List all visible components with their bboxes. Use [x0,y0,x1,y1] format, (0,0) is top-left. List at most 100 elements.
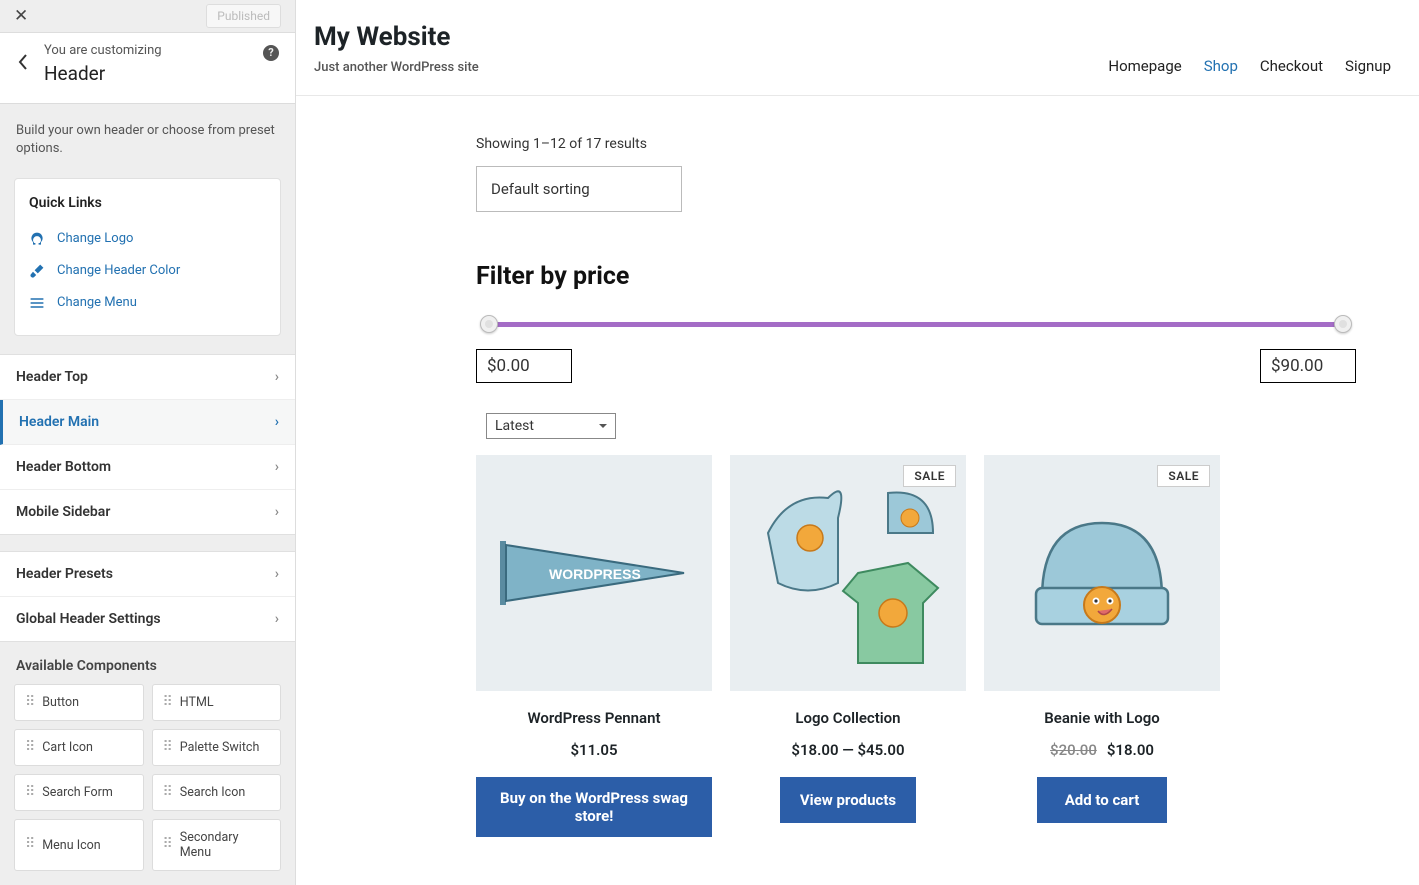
quick-link-label: Change Menu [57,295,137,310]
quick-link-change-menu[interactable]: Change Menu [29,287,266,319]
chevron-down-icon [599,424,607,432]
sort-select[interactable]: Default sorting [476,166,682,212]
component-label: Button [42,695,79,710]
grip-icon [25,839,34,850]
grip-icon [163,697,172,708]
chevron-right-icon: › [275,414,279,430]
component-label: Menu Icon [42,838,100,853]
quick-link-change-color[interactable]: Change Header Color [29,255,266,287]
product-price: $11.05 [476,741,712,759]
menu-item-signup[interactable]: Signup [1345,57,1391,75]
customizer-header: You are customizing Header ? [0,33,295,104]
pennant-illustration: WORDPRESS [494,533,694,613]
quick-links-card: Quick Links Change Logo Change Header Co… [14,178,281,336]
section-header-main[interactable]: Header Main › [0,400,295,445]
section-label: Header Top [16,369,88,385]
close-customizer-button[interactable]: ✕ [14,6,28,26]
quick-link-label: Change Logo [57,231,133,246]
header-sections: Header Top › Header Main › Header Bottom… [0,354,295,535]
section-mobile-sidebar[interactable]: Mobile Sidebar › [0,490,295,534]
product-price: $20.00$18.00 [984,741,1220,759]
section-global-header-settings[interactable]: Global Header Settings › [0,597,295,641]
component-cart-icon[interactable]: Cart Icon [14,729,144,766]
price-min-input[interactable]: $0.00 [476,349,572,383]
quick-links-title: Quick Links [29,195,266,211]
grip-icon [163,787,172,798]
chevron-right-icon: › [275,369,279,385]
breadcrumb: You are customizing [44,43,263,58]
price-slider[interactable] [484,319,1348,329]
quick-link-label: Change Header Color [57,263,180,278]
chevron-right-icon: › [275,459,279,475]
chevron-right-icon: › [275,504,279,520]
section-header-presets[interactable]: Header Presets › [0,552,295,597]
help-icon[interactable]: ? [263,45,279,61]
product-image[interactable]: SALE [984,455,1220,691]
section-label: Header Presets [16,566,113,582]
component-label: Secondary Menu [180,830,270,860]
slider-handle-min[interactable] [480,315,498,333]
component-secondary-menu[interactable]: Secondary Menu [152,819,282,871]
product-image[interactable]: WORDPRESS [476,455,712,691]
site-tagline: Just another WordPress site [314,60,479,75]
section-header-top[interactable]: Header Top › [0,355,295,400]
slider-handle-max[interactable] [1334,315,1352,333]
component-label: Search Icon [180,785,245,800]
product-card: SALE Logo Collecti [730,455,966,837]
available-components-title: Available Components [0,642,295,684]
chevron-right-icon: › [275,611,279,627]
grip-icon [25,742,34,753]
menu-item-shop[interactable]: Shop [1204,57,1238,75]
site-nav: Homepage Shop Checkout Signup [1108,57,1391,75]
add-to-cart-button[interactable]: Add to cart [1037,777,1167,823]
product-card: SALE Beanie with Logo $20.00$18.00 [984,455,1220,837]
menu-item-homepage[interactable]: Homepage [1108,57,1181,75]
component-button[interactable]: Button [14,684,144,721]
section-label: Global Header Settings [16,611,161,627]
product-name[interactable]: Beanie with Logo [984,709,1220,727]
preview-frame: My Website Just another WordPress site H… [296,0,1419,885]
component-palette-switch[interactable]: Palette Switch [152,729,282,766]
customizer-sidebar: ✕ Published You are customizing Header ?… [0,0,296,885]
price-max-input[interactable]: $90.00 [1260,349,1356,383]
section-header-bottom[interactable]: Header Bottom › [0,445,295,490]
filter-title: Filter by price [476,262,1356,291]
old-price: $20.00 [1050,741,1097,759]
component-search-form[interactable]: Search Form [14,774,144,811]
grip-icon [25,787,34,798]
product-price: $18.00 — $45.00 [730,741,966,759]
apparel-illustration [738,463,958,683]
component-label: Cart Icon [42,740,93,755]
component-search-icon[interactable]: Search Icon [152,774,282,811]
grip-icon [163,742,172,753]
back-button[interactable] [8,48,38,80]
component-html[interactable]: HTML [152,684,282,721]
product-buy-button[interactable]: Buy on the WordPress swag store! [476,777,712,837]
chevron-right-icon: › [275,566,279,582]
available-components-grid: Button HTML Cart Icon Palette Switch Sea… [0,684,295,885]
results-count: Showing 1–12 of 17 results [476,136,1356,152]
component-label: Search Form [42,785,113,800]
menu-item-checkout[interactable]: Checkout [1260,57,1323,75]
section-label: Mobile Sidebar [16,504,110,520]
component-menu-icon[interactable]: Menu Icon [14,819,144,871]
product-name[interactable]: WordPress Pennant [476,709,712,727]
beanie-illustration [1012,483,1192,663]
product-card: WORDPRESS WordPress Pennant $11.05 Buy o… [476,455,712,837]
product-view-button[interactable]: View products [780,777,916,823]
panel-description: Build your own header or choose from pre… [0,104,295,178]
site-header: My Website Just another WordPress site H… [296,0,1419,95]
product-grid: WORDPRESS WordPress Pennant $11.05 Buy o… [476,455,1356,837]
svg-text:WORDPRESS: WORDPRESS [549,566,641,582]
quick-link-change-logo[interactable]: Change Logo [29,223,266,255]
select-value: Latest [495,418,534,434]
menu-icon [29,295,45,311]
brush-icon [29,263,45,279]
omega-icon [29,231,45,247]
publish-status-button[interactable]: Published [206,4,281,28]
site-title[interactable]: My Website [314,22,479,52]
product-name[interactable]: Logo Collection [730,709,966,727]
product-image[interactable]: SALE [730,455,966,691]
product-order-select[interactable]: Latest [486,413,616,439]
sale-badge: SALE [903,465,956,487]
